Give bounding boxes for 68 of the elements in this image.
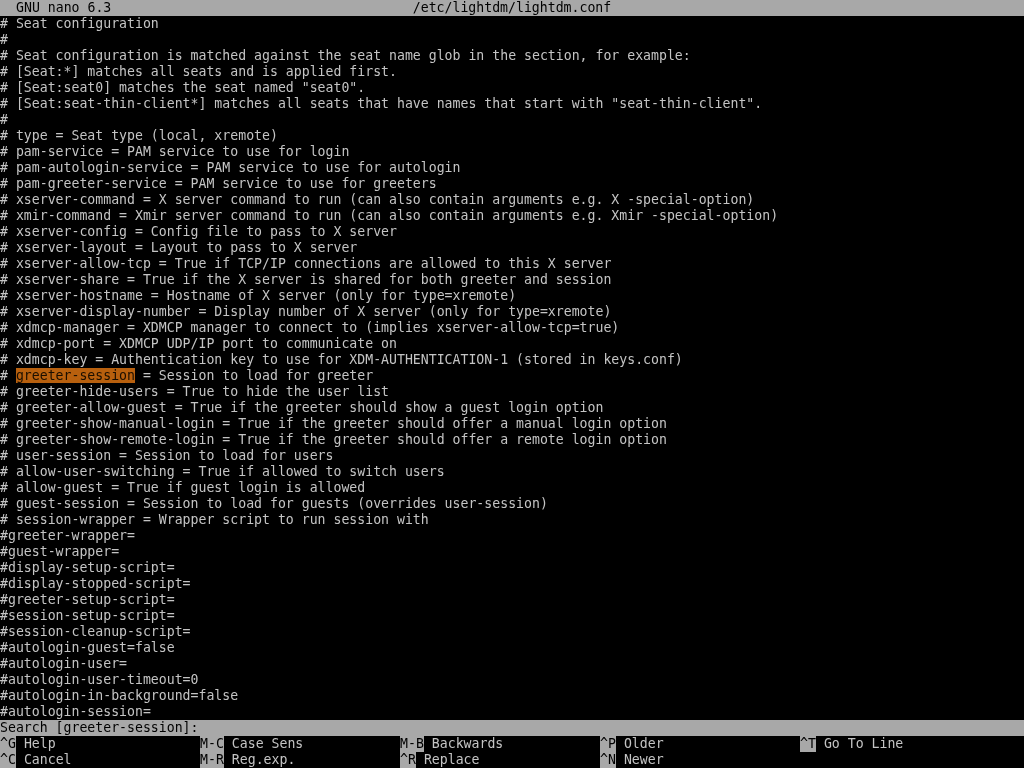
code-line: # xdmcp-port = XDMCP UDP/IP port to communicate on [0, 336, 397, 351]
app-version: GNU nano 6.3 [16, 0, 112, 16]
code-line: # [0, 112, 8, 127]
shortcut-label[interactable]: Reg.exp. [231, 752, 296, 768]
code-line: #guest-wrapper= [0, 544, 120, 559]
code-text: # [0, 368, 9, 383]
code-line: #display-stopped-script= [0, 576, 191, 591]
code-line: # xmir-command = Xmir server command to run (can also contain arguments e.g. Xmir -special-option) [0, 208, 779, 223]
shortcut-key[interactable]: M-R [200, 752, 224, 768]
code-text: = Session to load for greeter [141, 368, 374, 383]
code-line: #autologin-user= [0, 656, 128, 671]
code-line: #session-setup-script= [0, 608, 175, 623]
code-line: # [0, 32, 8, 47]
shortcut-label[interactable]: Older [623, 736, 664, 752]
code-line: # [Seat:seat0] matches the seat named "seat0". [0, 80, 366, 95]
code-line: #autologin-session= [0, 704, 151, 719]
code-line: # xserver-display-number = Display number of X server (only for type=xremote) [0, 304, 612, 319]
shortcut-label[interactable]: Go To Line [823, 736, 904, 752]
shortcut-key[interactable]: ^G [0, 736, 16, 752]
code-line: # xserver-share = True if the X server is shared for both greeter and session [0, 272, 612, 287]
code-line: # Seat configuration is matched against the seat name glob in the section, for example: [0, 48, 691, 63]
code-line: # xserver-config = Config file to pass to X server [0, 224, 397, 239]
code-line: # xserver-layout = Layout to pass to X server [0, 240, 358, 255]
shortcut-key[interactable]: ^T [800, 736, 816, 752]
search-prompt: Search [greeter-session]: [0, 720, 199, 735]
search-match: greeter-session [15, 368, 135, 383]
search-bar[interactable]: Search [greeter-session]: [0, 720, 1024, 736]
shortcut-label[interactable]: Cancel [23, 752, 72, 768]
code-line: # allow-user-switching = True if allowed to switch users [0, 464, 445, 479]
code-line: #display-setup-script= [0, 560, 175, 575]
code-line: # greeter-show-manual-login = True if the greeter should offer a manual login option [0, 416, 667, 431]
code-line: # [Seat:seat-thin-client*] matches all seats that have names that start with "seat-thin-client". [0, 96, 763, 111]
code-line: #autologin-user-timeout=0 [0, 672, 199, 687]
code-line: # pam-service = PAM service to use for login [0, 144, 350, 159]
shortcut-key[interactable]: M-B [400, 736, 424, 752]
code-line: # type = Seat type (local, xremote) [0, 128, 278, 143]
code-line: # greeter-hide-users = True to hide the user list [0, 384, 390, 399]
code-line: # pam-greeter-service = PAM service to use for greeters [0, 176, 437, 191]
code-line: # user-session = Session to load for users [0, 448, 334, 463]
code-line: # guest-session = Session to load for guests (overrides user-session) [0, 496, 548, 511]
shortcut-key[interactable]: M-C [200, 736, 224, 752]
shortcut-label[interactable]: Help [23, 736, 56, 752]
shortcut-key[interactable]: ^C [0, 752, 16, 768]
code-line: # xdmcp-manager = XDMCP manager to connect to (implies xserver-allow-tcp=true) [0, 320, 620, 335]
code-line: # xdmcp-key = Authentication key to use for XDM-AUTHENTICATION-1 (stored in keys.conf) [0, 352, 683, 367]
code-line: #autologin-in-background=false [0, 688, 239, 703]
shortcut-key[interactable]: ^N [600, 752, 616, 768]
code-line: #autologin-guest=false [0, 640, 175, 655]
code-line: # greeter-allow-guest = True if the greeter should show a guest login option [0, 400, 604, 415]
code-line: #session-cleanup-script= [0, 624, 191, 639]
code-line: #greeter-wrapper= [0, 528, 135, 543]
code-line: #greeter-setup-script= [0, 592, 175, 607]
shortcut-key[interactable]: ^R [400, 752, 416, 768]
shortcut-label[interactable]: Newer [623, 752, 664, 768]
code-line: # pam-autologin-service = PAM service to use for autologin [0, 160, 461, 175]
shortcut-label[interactable]: Replace [423, 752, 480, 768]
shortcut-key[interactable]: ^P [600, 736, 616, 752]
code-line: # greeter-show-remote-login = True if the greeter should offer a remote login option [0, 432, 667, 447]
code-line: # Seat configuration [0, 16, 159, 31]
code-line: # session-wrapper = Wrapper script to run session with [0, 512, 429, 527]
code-line: # [Seat:*] matches all seats and is applied first. [0, 64, 397, 79]
code-line: # xserver-allow-tcp = True if TCP/IP connections are allowed to this X server [0, 256, 612, 271]
shortcut-label[interactable]: Backwards [431, 736, 504, 752]
file-path: /etc/lightdm/lightdm.conf [412, 0, 612, 16]
code-line: # xserver-command = X server command to run (can also contain arguments e.g. X -special-option) [0, 192, 755, 207]
shortcut-label[interactable]: Case Sens [231, 736, 304, 752]
code-line: # allow-guest = True if guest login is allowed [0, 480, 366, 495]
code-line: # xserver-hostname = Hostname of X server (only for type=xremote) [0, 288, 517, 303]
